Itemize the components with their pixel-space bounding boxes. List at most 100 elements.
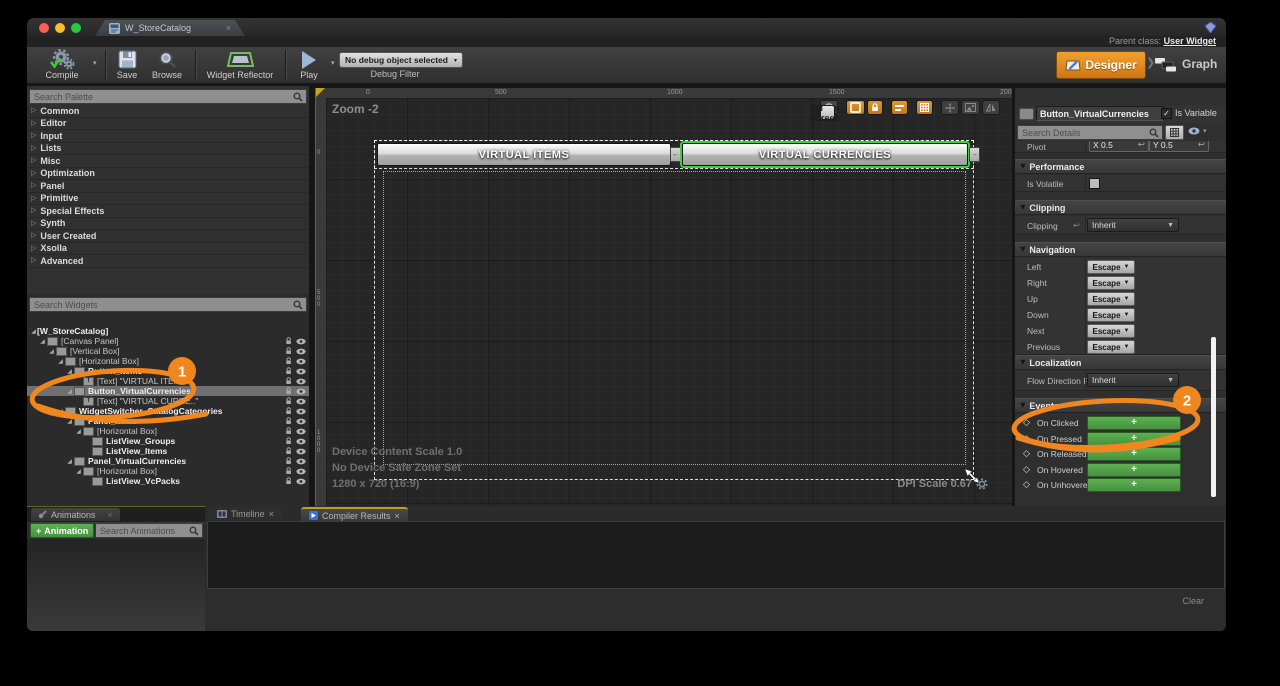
expander-icon[interactable]: ◢	[66, 388, 73, 395]
expander-icon[interactable]: ◢	[66, 368, 73, 375]
hierarchy-row--horizontal-box-[interactable]: ◢[Horizontal Box]	[27, 426, 309, 436]
expander-collapsed-icon[interactable]: ▷	[31, 132, 36, 139]
asset-tab[interactable]: W_StoreCatalog ×	[95, 20, 245, 36]
add-event-on-hovered-button[interactable]: +	[1087, 463, 1181, 477]
tab-animations[interactable]: Animations ×	[31, 508, 120, 521]
hierarchy-row--text-virtual-curre-[interactable]: T[Text] "VIRTUAL CURRE.."	[27, 396, 309, 406]
details-scrollbar[interactable]	[1211, 337, 1216, 497]
expander-collapsed-icon[interactable]: ▷	[31, 145, 36, 152]
flow-direction-dropdown[interactable]: Inherit▼	[1087, 373, 1179, 387]
lock-icon[interactable]	[285, 477, 293, 487]
hierarchy-row-widgetswitcher-catalogcategories[interactable]: ◢WidgetSwitcher_CatalogCategories	[27, 406, 309, 416]
close-icon[interactable]: ×	[108, 510, 113, 520]
hierarchy-search[interactable]	[29, 297, 307, 312]
expander-collapsed-icon[interactable]: ▷	[31, 182, 36, 189]
expander-collapsed-icon[interactable]: ▷	[31, 157, 36, 164]
palette-category-xsolla[interactable]: ▷Xsolla	[27, 243, 309, 256]
hierarchy-row--canvas-panel-[interactable]: ◢[Canvas Panel]	[27, 336, 309, 346]
revert-arrow-icon[interactable]: ↩	[1073, 221, 1080, 230]
palette-category-input[interactable]: ▷Input	[27, 130, 309, 143]
hierarchy-row-listview-vcpacks[interactable]: ListView_VcPacks	[27, 476, 309, 486]
eye-visibility-icon[interactable]	[296, 477, 306, 487]
hierarchy-row-panel-items[interactable]: ◢Panel_Items	[27, 416, 309, 426]
widget-reflector-button[interactable]: Widget Reflector	[199, 49, 281, 80]
hierarchy-row--vertical-box-[interactable]: ◢[Vertical Box]	[27, 346, 309, 356]
view-options-eye-icon[interactable]	[1188, 127, 1200, 135]
hierarchy-row-button-items[interactable]: ◢Button_Items	[27, 366, 309, 376]
mac-zoom-button[interactable]	[71, 23, 81, 33]
play-options-caret-icon[interactable]: ▾	[331, 59, 335, 67]
is-volatile-checkbox[interactable]	[1089, 178, 1100, 189]
parent-class-link[interactable]: User Widget	[1164, 36, 1216, 46]
expander-collapsed-icon[interactable]: ▷	[31, 170, 36, 177]
tab-compiler-results[interactable]: Compiler Results ×	[301, 507, 408, 522]
expander-collapsed-icon[interactable]: ▷	[31, 220, 36, 227]
palette-category-primitive[interactable]: ▷Primitive	[27, 193, 309, 206]
nav-previous-dropdown[interactable]: Escape▼	[1087, 340, 1135, 354]
hierarchy-row--w-storecatalog-[interactable]: ◢[W_StoreCatalog]	[27, 326, 309, 336]
section-performance[interactable]: ▶ Performance	[1015, 159, 1226, 174]
expander-icon[interactable]: ◢	[30, 328, 37, 335]
tab-timeline[interactable]: Timeline ×	[209, 507, 282, 520]
hierarchy-row-panel-virtualcurrencies[interactable]: ◢Panel_VirtualCurrencies	[27, 456, 309, 466]
fill-screen-dropdown[interactable]: Fill Screen▾	[820, 105, 835, 120]
expander-collapsed-icon[interactable]: ▷	[31, 245, 36, 252]
property-matrix-button[interactable]	[1165, 125, 1184, 140]
widget-name-field[interactable]	[1036, 106, 1164, 121]
expander-collapsed-icon[interactable]: ▷	[31, 107, 36, 114]
add-event-on-pressed-button[interactable]: +	[1087, 432, 1181, 446]
play-button[interactable]: Play	[289, 49, 329, 80]
expander-icon[interactable]: ◢	[66, 418, 73, 425]
hierarchy-row--text-virtual-items-[interactable]: T[Text] "VIRTUAL ITEMS"	[27, 376, 309, 386]
is-variable-checkbox[interactable]: ✓	[1161, 108, 1172, 119]
drag-handle-left[interactable]: ←	[670, 147, 681, 162]
expander-icon[interactable]: ◢	[48, 348, 55, 355]
palette-category-synth[interactable]: ▷Synth	[27, 218, 309, 231]
palette-category-misc[interactable]: ▷Misc	[27, 155, 309, 168]
palette-category-special-effects[interactable]: ▷Special Effects	[27, 205, 309, 218]
compile-options-caret-icon[interactable]: ▾	[93, 59, 97, 67]
palette-category-panel[interactable]: ▷Panel	[27, 180, 309, 193]
palette-search-input[interactable]	[30, 92, 293, 102]
drag-handle-right[interactable]: →	[969, 147, 980, 162]
palette-category-user-created[interactable]: ▷User Created	[27, 230, 309, 243]
respect-locks-toggle[interactable]	[891, 100, 908, 115]
section-navigation[interactable]: ▶ Navigation	[1015, 242, 1226, 257]
details-search[interactable]	[1017, 125, 1163, 140]
expander-collapsed-icon[interactable]: ▷	[31, 257, 36, 264]
palette-search[interactable]	[29, 89, 307, 104]
transform-mode-button[interactable]	[941, 100, 959, 115]
expander-icon[interactable]: ◢	[66, 458, 73, 465]
hierarchy-row--horizontal-box-[interactable]: ◢[Horizontal Box]	[27, 356, 309, 366]
expander-icon[interactable]: ◢	[57, 358, 64, 365]
palette-category-lists[interactable]: ▷Lists	[27, 143, 309, 156]
pivot-x-field[interactable]: X 0.5↩	[1089, 141, 1149, 152]
details-search-input[interactable]	[1018, 128, 1149, 138]
grid-snap-toggle[interactable]	[916, 100, 933, 115]
expander-collapsed-icon[interactable]: ▷	[31, 207, 36, 214]
graph-mode-button[interactable]: Graph	[1155, 51, 1217, 77]
nav-up-dropdown[interactable]: Escape▼	[1087, 292, 1135, 306]
flip-preview-button[interactable]	[982, 100, 1000, 115]
expander-icon[interactable]: ◢	[39, 338, 46, 345]
hierarchy-row-listview-items[interactable]: ListView_Items	[27, 446, 309, 456]
animations-search[interactable]	[95, 523, 203, 538]
expander-collapsed-icon[interactable]: ▷	[31, 120, 36, 127]
browse-button[interactable]: Browse	[145, 49, 189, 80]
palette-category-optimization[interactable]: ▷Optimization	[27, 168, 309, 181]
expander-collapsed-icon[interactable]: ▷	[31, 195, 36, 202]
mac-close-button[interactable]	[39, 23, 49, 33]
canvas-button-items[interactable]: VIRTUAL ITEMS	[377, 143, 671, 166]
expander-icon[interactable]: ◢	[75, 428, 82, 435]
clear-button[interactable]: Clear	[1182, 596, 1204, 606]
hierarchy-row-listview-groups[interactable]: ListView_Groups	[27, 436, 309, 446]
section-clipping[interactable]: ▶ Clipping	[1015, 200, 1226, 215]
add-event-on-clicked-button[interactable]: +	[1087, 416, 1181, 430]
nav-right-dropdown[interactable]: Escape▼	[1087, 276, 1135, 290]
close-icon[interactable]: ×	[269, 509, 274, 519]
expander-icon[interactable]: ◢	[75, 468, 82, 475]
preview-background-button[interactable]	[961, 100, 980, 115]
palette-category-editor[interactable]: ▷Editor	[27, 118, 309, 131]
debug-object-dropdown[interactable]: No debug object selected ▾	[339, 52, 463, 68]
section-localization[interactable]: ▶ Localization	[1015, 355, 1226, 370]
